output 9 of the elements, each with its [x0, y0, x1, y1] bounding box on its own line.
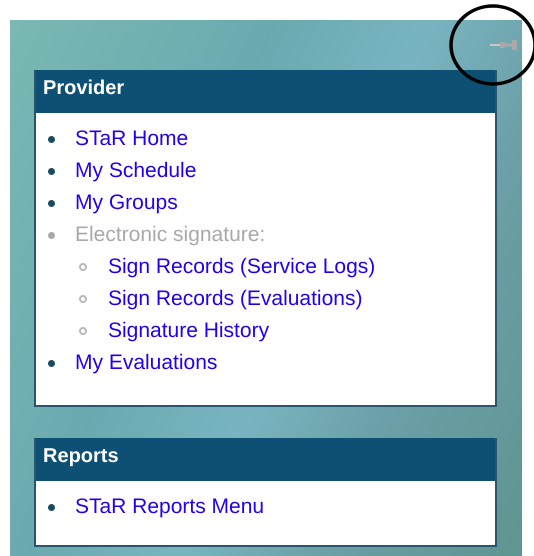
menu-link[interactable]: STaR Home	[75, 127, 188, 151]
menu-label: Electronic signature:	[75, 223, 266, 247]
panel-header: Provider	[36, 70, 495, 113]
panel-header: Reports	[36, 438, 495, 481]
menu-link[interactable]: My Evaluations	[75, 351, 218, 375]
menu-link[interactable]: My Groups	[75, 191, 178, 215]
menu-link[interactable]: My Schedule	[75, 159, 196, 183]
menu-link[interactable]: STaR Reports Menu	[75, 495, 264, 519]
pin-icon[interactable]	[490, 39, 518, 51]
